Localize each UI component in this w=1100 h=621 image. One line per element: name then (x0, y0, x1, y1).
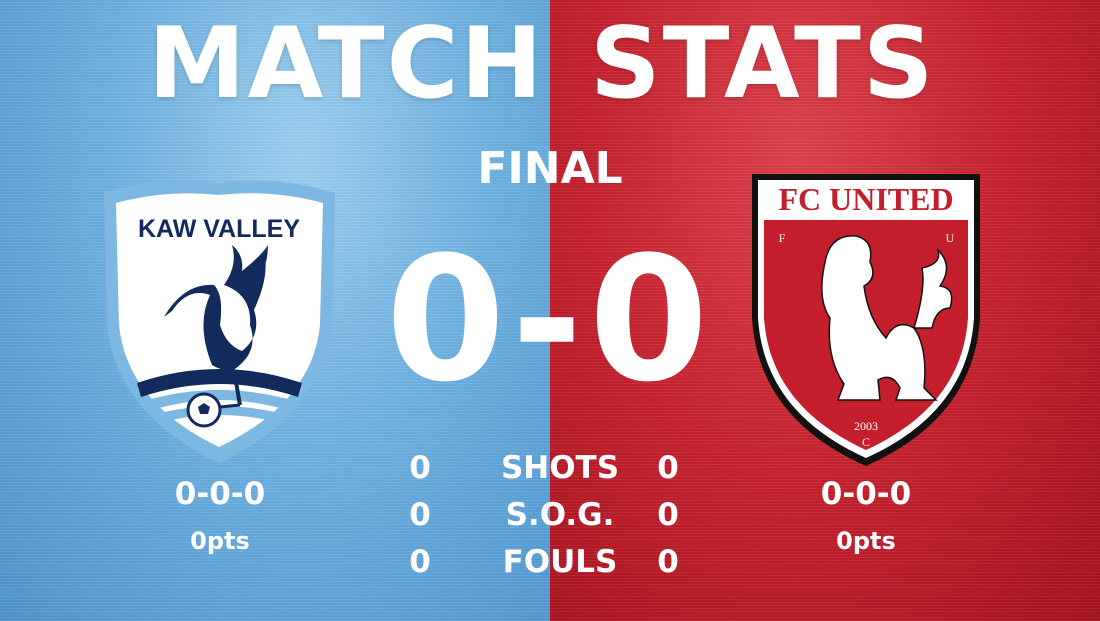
crest-text-kaw-valley: KAW VALLEY (138, 215, 300, 243)
stat-label-sog: S.O.G. (505, 497, 615, 533)
home-fouls: 0 (409, 544, 431, 580)
crest-letter-f: F (779, 231, 786, 245)
stat-row-shots: 0 SHOTS 0 (390, 445, 710, 491)
away-sog: 0 (657, 497, 679, 533)
away-record: 0-0-0 (820, 476, 912, 512)
home-shots: 0 (409, 450, 431, 486)
home-record: 0-0-0 (174, 476, 266, 512)
crest-letter-u: U (946, 231, 955, 245)
crest-letter-c: C (862, 435, 870, 449)
stat-label-fouls: FOULS (502, 544, 618, 580)
away-shots: 0 (657, 450, 679, 486)
title-match: MATCH (148, 7, 545, 121)
kaw-valley-crest-icon: KAW VALLEY (104, 180, 335, 464)
crest-year: 2003 (854, 419, 878, 433)
away-points: 0pts (836, 527, 896, 555)
fc-united-crest-icon: FC UNITED F U 2003 C (752, 174, 980, 466)
stat-label-shots: SHOTS (500, 450, 620, 486)
stat-row-sog: 0 S.O.G. 0 (390, 492, 710, 538)
title-stats: STATS (590, 7, 936, 121)
crest-text-fc-united: FC UNITED (778, 181, 953, 217)
home-sog: 0 (409, 497, 431, 533)
home-points: 0pts (190, 527, 250, 555)
away-fouls: 0 (657, 544, 679, 580)
stat-row-fouls: 0 FOULS 0 (390, 539, 710, 585)
